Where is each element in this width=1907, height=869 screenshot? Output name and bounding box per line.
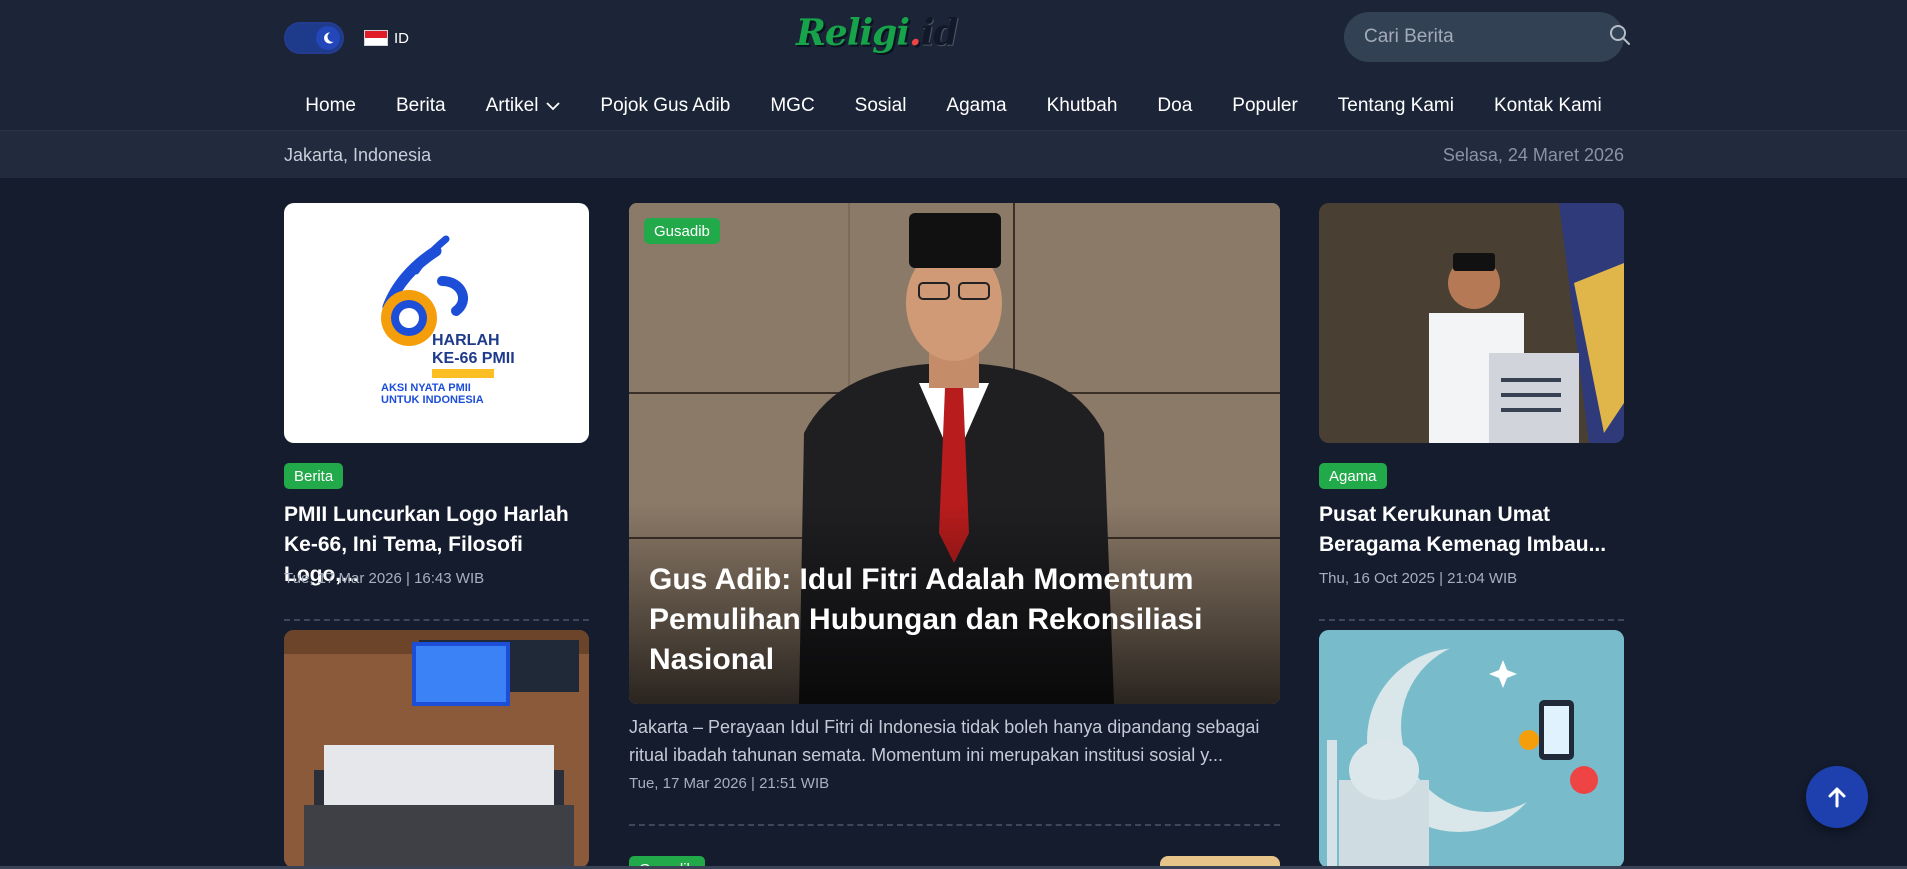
mosque-crescent-illustration bbox=[1319, 630, 1624, 868]
nav-item-doa[interactable]: Doa bbox=[1157, 95, 1192, 117]
hero-article-image[interactable]: Gusadib Gus Adib: Idul Fitri Adalah Mome… bbox=[629, 203, 1280, 704]
group-photo-illustration bbox=[284, 630, 589, 868]
search-input[interactable] bbox=[1364, 26, 1609, 48]
site-logo[interactable]: Religi.id bbox=[796, 12, 959, 54]
harlah-pmii-logo: HARLAH KE-66 PMII AKSI NYATA PMII UNTUK … bbox=[381, 235, 515, 406]
language-selector[interactable]: ID bbox=[364, 28, 409, 48]
indonesia-flag-icon bbox=[364, 30, 388, 46]
logo-text-religi: Religi bbox=[796, 12, 910, 54]
divider bbox=[284, 619, 589, 621]
article-image-pmii-logo[interactable]: HARLAH KE-66 PMII AKSI NYATA PMII UNTUK … bbox=[284, 203, 589, 443]
hero-excerpt: Jakarta – Perayaan Idul Fitri di Indones… bbox=[629, 717, 1260, 765]
logo-text-id: id bbox=[920, 12, 959, 54]
search-icon[interactable] bbox=[1609, 24, 1631, 51]
nav-item-sosial[interactable]: Sosial bbox=[855, 95, 907, 117]
info-bar: Jakarta, Indonesia Selasa, 24 Maret 2026 bbox=[0, 130, 1907, 178]
language-code: ID bbox=[394, 29, 409, 47]
dark-mode-toggle[interactable] bbox=[284, 22, 344, 54]
nav-item-pojok-gus-adib[interactable]: Pojok Gus Adib bbox=[600, 95, 730, 117]
chevron-down-icon bbox=[546, 102, 561, 111]
article-image-speaker[interactable] bbox=[1319, 203, 1624, 443]
nav-item-kontak-kami[interactable]: Kontak Kami bbox=[1494, 95, 1602, 117]
nav-item-tentang-kami[interactable]: Tentang Kami bbox=[1338, 95, 1454, 117]
category-badge[interactable]: Berita bbox=[284, 463, 344, 489]
svg-text:AKSI NYATA PMII: AKSI NYATA PMII bbox=[381, 382, 471, 394]
nav-item-home[interactable]: Home bbox=[305, 95, 356, 117]
article-title[interactable]: Pusat Kerukunan Umat Beragama Kemenag Im… bbox=[1319, 500, 1624, 560]
nav-item-berita[interactable]: Berita bbox=[396, 95, 446, 117]
svg-text:HARLAH: HARLAH bbox=[432, 332, 500, 349]
category-badge[interactable]: Gusadib bbox=[644, 218, 720, 244]
speaker-illustration bbox=[1319, 203, 1624, 443]
location-text: Jakarta, Indonesia bbox=[284, 145, 432, 165]
svg-text:UNTUK INDONESIA: UNTUK INDONESIA bbox=[381, 394, 484, 406]
svg-text:KE-66 PMII: KE-66 PMII bbox=[432, 350, 515, 367]
nav-item-khutbah[interactable]: Khutbah bbox=[1047, 95, 1118, 117]
article-image-islamic-illustration[interactable] bbox=[1319, 630, 1624, 868]
search-box bbox=[1344, 12, 1630, 62]
nav-item-artikel-label: Artikel bbox=[485, 95, 539, 116]
divider bbox=[1319, 619, 1624, 621]
arrow-up-icon bbox=[1828, 787, 1846, 808]
category-badge[interactable]: Agama bbox=[1319, 463, 1387, 489]
hero-meta: Tue, 17 Mar 2026 | 21:51 WIB bbox=[629, 775, 830, 792]
hero-title[interactable]: Gus Adib: Idul Fitri Adalah Momentum Pem… bbox=[649, 560, 1249, 680]
article-meta: Thu, 16 Oct 2025 | 21:04 WIB bbox=[1319, 570, 1518, 587]
nav-item-artikel[interactable]: Artikel bbox=[486, 95, 561, 117]
article-meta: Tue, 17 Mar 2026 | 16:43 WIB bbox=[284, 570, 485, 587]
main-nav: Home Berita Artikel Pojok Gus Adib MGC S… bbox=[0, 86, 1907, 126]
article-image-group-photo[interactable] bbox=[284, 630, 589, 868]
moon-icon bbox=[316, 26, 340, 50]
current-date: Selasa, 24 Maret 2026 bbox=[1442, 145, 1624, 165]
nav-item-populer[interactable]: Populer bbox=[1232, 95, 1298, 117]
back-to-top-button[interactable] bbox=[1806, 766, 1868, 828]
logo-text-dot: . bbox=[909, 12, 922, 54]
nav-item-mgc[interactable]: MGC bbox=[770, 95, 814, 117]
nav-item-agama[interactable]: Agama bbox=[946, 95, 1006, 117]
divider bbox=[629, 824, 1280, 826]
